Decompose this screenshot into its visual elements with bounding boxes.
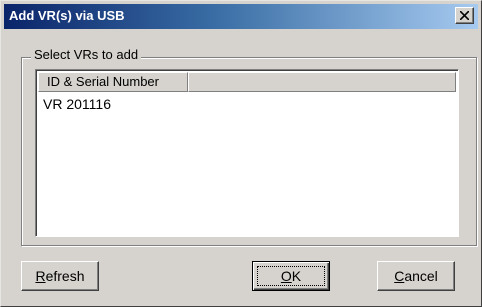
ok-button-label: OK — [280, 268, 302, 284]
refresh-button-label: Refresh — [35, 268, 85, 284]
close-button[interactable] — [455, 7, 474, 24]
refresh-button[interactable]: Refresh — [21, 261, 99, 291]
column-header-blank[interactable] — [188, 72, 456, 92]
window-title: Add VR(s) via USB — [9, 8, 125, 23]
list-header: ID & Serial Number — [38, 72, 456, 92]
close-icon — [460, 11, 469, 20]
group-label: Select VRs to add — [31, 47, 142, 62]
cancel-button[interactable]: Cancel — [377, 261, 455, 291]
dialog-window: Add VR(s) via USB Select VRs to add ID &… — [0, 0, 482, 307]
ok-button[interactable]: OK — [252, 261, 330, 291]
vr-list[interactable]: ID & Serial Number VR 201116 — [35, 69, 459, 237]
list-item[interactable]: VR 201116 — [43, 96, 111, 112]
cancel-button-label: Cancel — [394, 268, 438, 284]
title-bar[interactable]: Add VR(s) via USB — [4, 4, 478, 29]
column-header-id-serial[interactable]: ID & Serial Number — [38, 72, 188, 92]
